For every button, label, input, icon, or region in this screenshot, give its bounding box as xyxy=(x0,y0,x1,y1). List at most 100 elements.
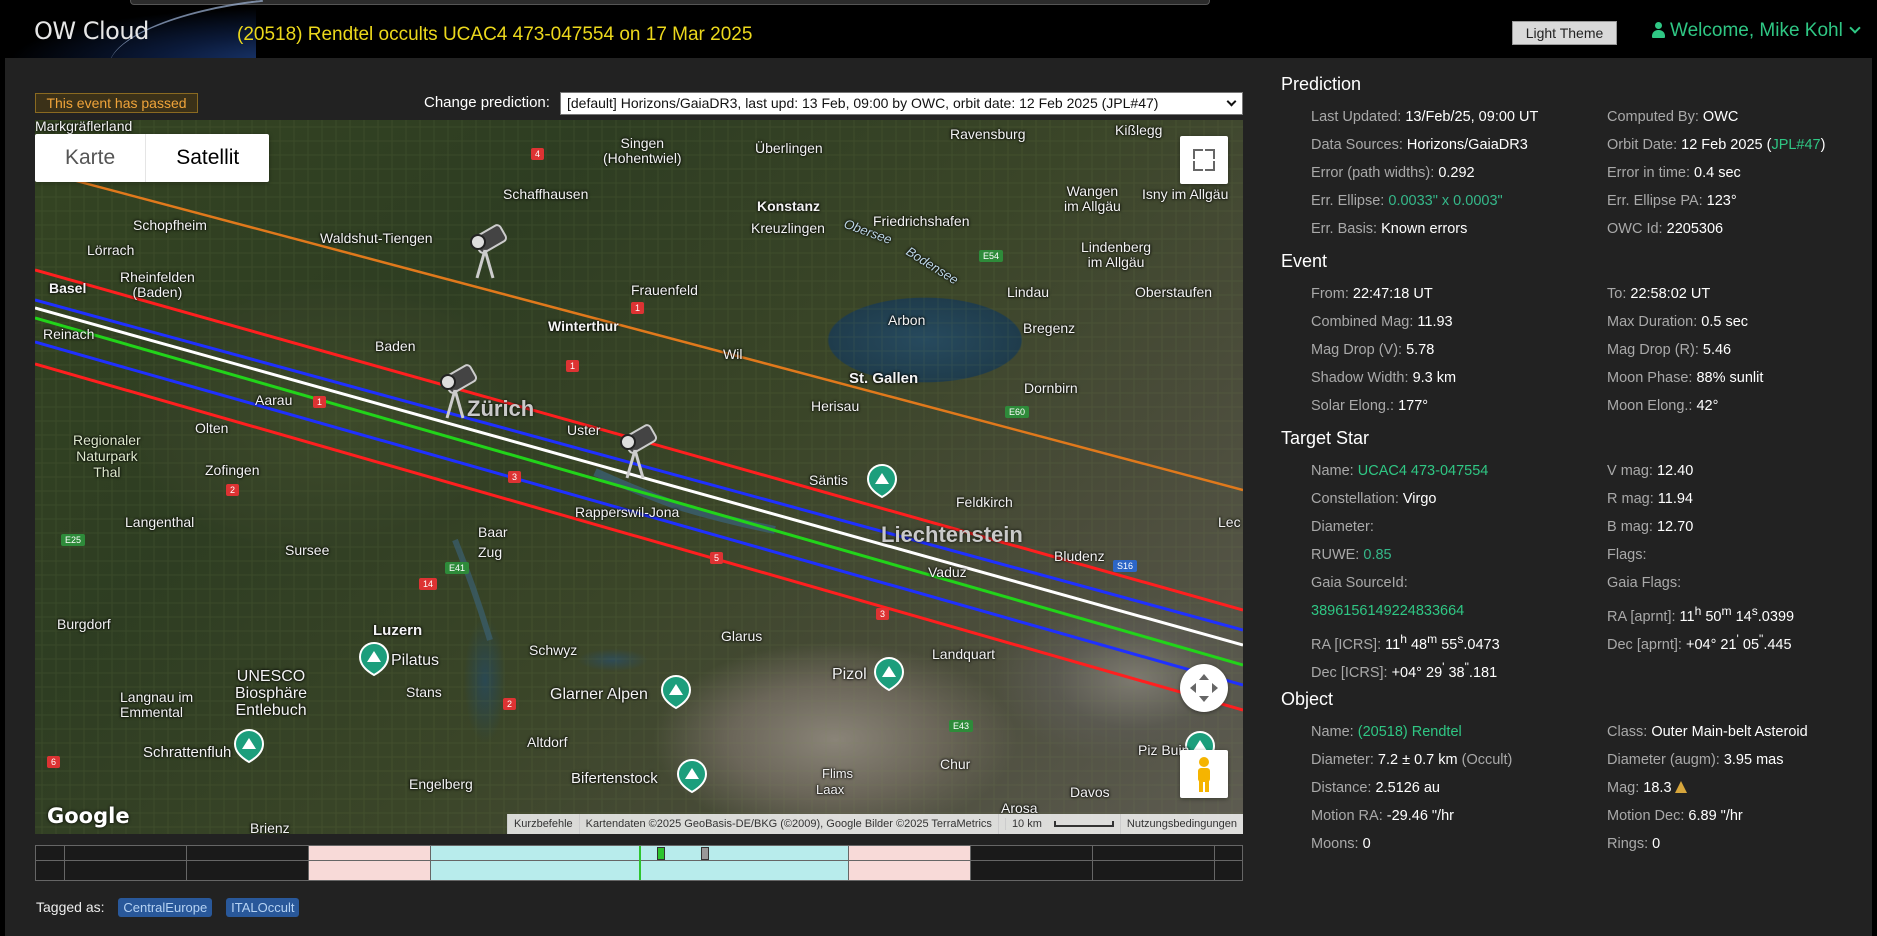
warning-icon[interactable] xyxy=(1674,781,1687,793)
fullscreen-button[interactable] xyxy=(1180,136,1228,184)
road-badge: 2 xyxy=(503,698,517,710)
ra-minutes: 48 xyxy=(1410,636,1428,653)
app-logo[interactable]: OW Cloud xyxy=(34,17,149,45)
field-motion-dec: Motion Dec: 6.89 "/hr xyxy=(1607,802,1877,830)
map-type-karte[interactable]: Karte xyxy=(35,134,145,182)
field-label: Data Sources: xyxy=(1311,137,1403,153)
field-combined-mag: Combined Mag: 11.93 xyxy=(1311,308,1607,336)
google-logo: Google xyxy=(47,804,130,828)
field-value[interactable]: 0.85 xyxy=(1363,547,1391,563)
map-label: Feldkirch xyxy=(956,494,1013,510)
user-icon xyxy=(1652,22,1665,38)
map-label: Brienz xyxy=(250,820,290,834)
field-value: 0.4 sec xyxy=(1694,165,1741,181)
dec-degrees: +04° 29 xyxy=(1391,664,1443,681)
map-label: Flims xyxy=(822,766,854,781)
occultation-map[interactable]: Markgräflerland Singen (Hohentwiel) Über… xyxy=(35,120,1243,834)
field-distance: Distance: 2.5126 au xyxy=(1311,774,1607,802)
field-object-diameter: Diameter: 7.2 ± 0.7 km (Occult) xyxy=(1311,746,1607,774)
tag-italoccult[interactable]: ITALOccult xyxy=(226,898,300,917)
timeline-handle-start[interactable] xyxy=(657,847,665,860)
field-value: 5.78 xyxy=(1406,342,1435,358)
field-star-diameter: Diameter: xyxy=(1311,513,1607,541)
chevron-down-icon xyxy=(1226,96,1237,107)
map-pan-control[interactable] xyxy=(1180,664,1228,712)
field-value: 12 Feb 2025 ( xyxy=(1681,137,1772,153)
map-label: Glarus xyxy=(721,628,763,644)
field-label: Last Updated: xyxy=(1311,109,1402,125)
map-label: Schaffhausen xyxy=(503,186,589,202)
field-computed-by: Computed By: OWC xyxy=(1607,103,1877,131)
field-value: 7.2 ± 0.7 km xyxy=(1377,752,1458,768)
light-theme-button[interactable]: Light Theme xyxy=(1512,21,1617,45)
map-label: Herisau xyxy=(811,398,860,414)
map-scale[interactable]: 10 km xyxy=(997,814,1120,834)
terms-link[interactable]: Nutzungsbedingungen xyxy=(1119,814,1243,834)
event-timeline[interactable] xyxy=(35,845,1243,881)
keyboard-shortcuts-link[interactable]: Kurzbefehle xyxy=(506,814,579,834)
star-name-link[interactable]: UCAC4 473-047554 xyxy=(1358,463,1489,479)
timeline-cell xyxy=(187,846,309,880)
field-label: Err. Ellipse PA: xyxy=(1607,193,1703,209)
field-label: Diameter: xyxy=(1311,519,1374,535)
dec-fraction: .181 xyxy=(1468,664,1498,681)
map-label: Ravensburg xyxy=(950,126,1026,142)
field-label: Gaia SourceId: xyxy=(1311,575,1408,591)
field-gaia-source: Gaia SourceId: xyxy=(1311,569,1607,597)
prediction-select[interactable]: [default] Horizons/GaiaDR3, last upd: 13… xyxy=(560,92,1243,115)
map-label: Bifertenstock xyxy=(571,770,658,787)
map-type-toggle[interactable]: Karte Satellit xyxy=(35,134,270,182)
pan-arrows-icon xyxy=(1190,674,1218,702)
field-label: Dec [aprnt]: xyxy=(1607,636,1682,653)
jpl-orbit-link[interactable]: JPL#47 xyxy=(1771,137,1820,153)
gaia-source-link[interactable]: 3896156149224833664 xyxy=(1311,603,1464,619)
field-label: RA [aprnt]: xyxy=(1607,608,1676,625)
timeline-cell xyxy=(1215,846,1242,880)
field-max-duration: Max Duration: 0.5 sec xyxy=(1607,308,1877,336)
timeline-cell xyxy=(309,846,431,880)
details-panel: Prediction Last Updated: 13/Feb/25, 09:0… xyxy=(1281,74,1861,866)
map-label: Überlingen xyxy=(755,140,823,156)
map-label: Stans xyxy=(406,684,442,700)
object-name-link[interactable]: (20518) Rendtel xyxy=(1358,724,1462,740)
road-badge: E43 xyxy=(949,720,974,732)
map-label: Arbon xyxy=(888,312,926,328)
field-value: 13/Feb/25, 09:00 UT xyxy=(1405,109,1539,125)
field-label: RA [ICRS]: xyxy=(1311,636,1382,653)
map-attribution: Kartendaten ©2025 GeoBasis-DE/BKG (©2009… xyxy=(578,814,998,834)
field-label: RUWE: xyxy=(1311,547,1360,563)
field-motion-ra: Motion RA: -29.46 "/hr xyxy=(1311,802,1607,830)
field-value: OWC xyxy=(1702,109,1739,125)
timeline-handle-end[interactable] xyxy=(701,847,709,860)
timeline-cell xyxy=(1093,846,1215,880)
field-ra-icrs: RA [ICRS]: 11h 48m 55s.0473 xyxy=(1311,625,1607,653)
street-view-pegman[interactable] xyxy=(1180,750,1228,798)
road-badge: 3 xyxy=(508,471,522,483)
section-title-prediction: Prediction xyxy=(1281,74,1362,94)
field-value[interactable]: 0.0033" x 0.0003" xyxy=(1388,193,1502,209)
field-object-name: Name: (20518) Rendtel xyxy=(1311,718,1607,746)
map-label: Wil xyxy=(723,346,743,362)
field-label: Motion RA: xyxy=(1311,808,1383,824)
field-label: Shadow Width: xyxy=(1311,370,1409,386)
map-type-satellit[interactable]: Satellit xyxy=(145,134,269,182)
road-badge: 4 xyxy=(531,148,545,160)
map-label: Bregenz xyxy=(1023,320,1076,336)
field-label: Solar Elong.: xyxy=(1311,398,1395,414)
field-label: Dec [ICRS]: xyxy=(1311,664,1388,681)
map-label: Zofingen xyxy=(205,462,260,478)
field-dec-icrs: Dec [ICRS]: +04° 29' 38".181 xyxy=(1311,653,1607,681)
field-label: Mag Drop (V): xyxy=(1311,342,1403,358)
field-label: OWC Id: xyxy=(1607,221,1663,237)
field-moon-phase: Moon Phase: 88% sunlit xyxy=(1607,364,1877,392)
ra-seconds: 55 xyxy=(1441,636,1458,653)
welcome-text: Welcome, Mike Kohl xyxy=(1670,20,1843,41)
road-badge: 2 xyxy=(226,484,240,496)
tags-row: Tagged as: CentralEurope ITALOccult xyxy=(36,898,300,917)
tag-centraleurope[interactable]: CentralEurope xyxy=(118,898,213,917)
map-label: Schrattenfluh xyxy=(143,744,232,761)
user-menu[interactable]: Welcome, Mike Kohl xyxy=(1652,20,1861,42)
map-label: Konstanz xyxy=(757,198,820,214)
field-label: Rings: xyxy=(1607,836,1649,852)
field-constellation: Constellation: Virgo xyxy=(1311,485,1607,513)
